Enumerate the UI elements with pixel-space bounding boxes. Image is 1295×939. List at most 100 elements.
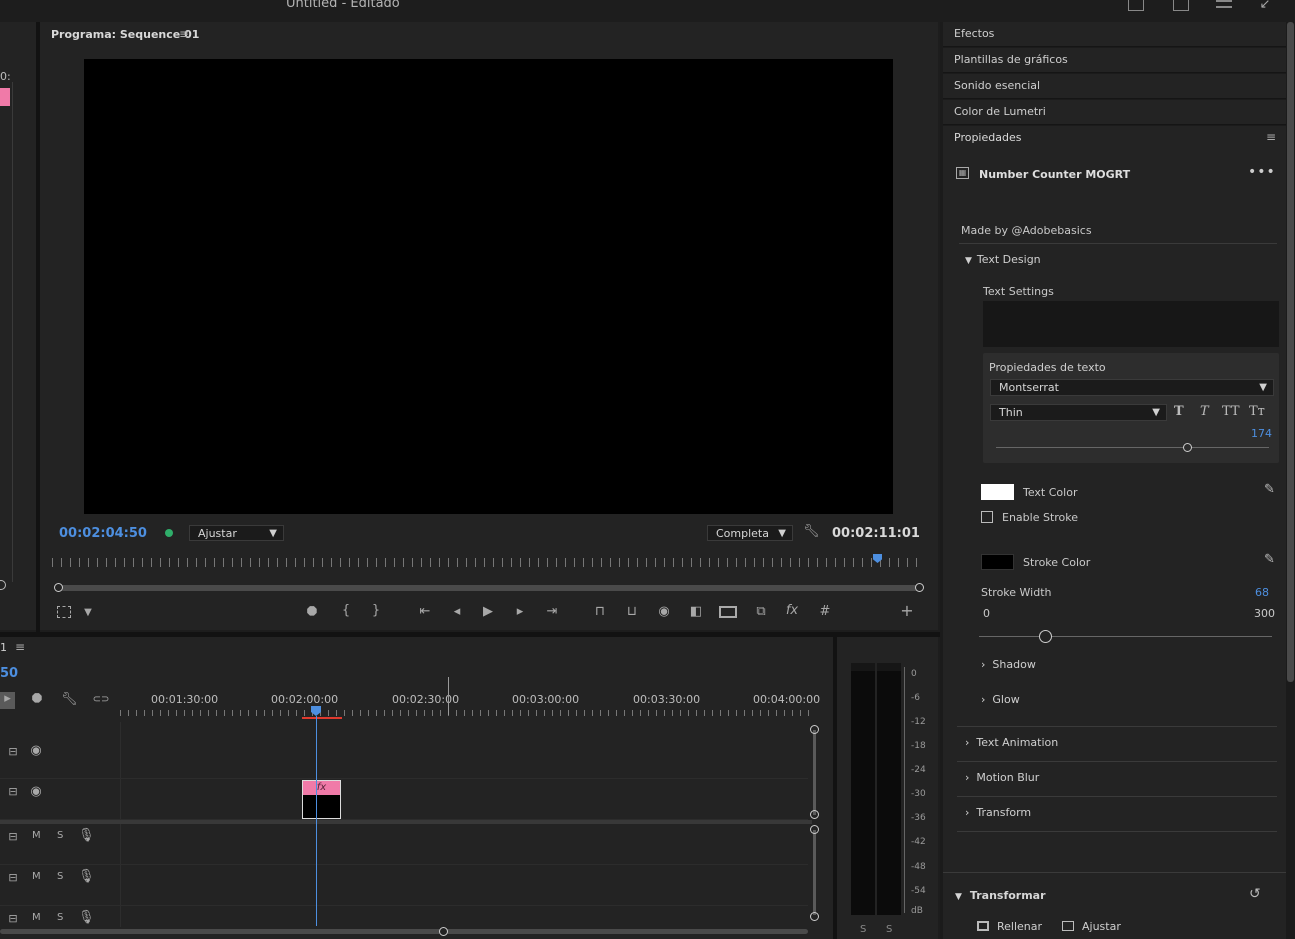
mute-button[interactable]: M — [32, 830, 41, 841]
sync-lock-icon[interactable]: ⊟ — [6, 745, 20, 759]
go-to-out-icon[interactable]: ⇥ — [543, 605, 561, 619]
play-icon[interactable]: ▶ — [480, 605, 496, 619]
vertical-scrollbar-video[interactable] — [813, 730, 816, 815]
transformar-section-toggle[interactable]: ▼ Transformar — [955, 889, 1046, 902]
fit-frame-button[interactable]: Ajustar — [1062, 920, 1121, 933]
minimize-arrow-icon[interactable]: ↙ — [1258, 0, 1272, 12]
sync-lock-icon[interactable]: ⊟ — [6, 830, 20, 844]
wrench-icon[interactable]: 🔧︎ — [61, 693, 78, 707]
horizontal-scrollbar[interactable] — [0, 929, 808, 934]
eyedropper-icon[interactable]: ✎ — [1264, 482, 1275, 497]
stroke-width-value[interactable]: 68 — [1255, 586, 1269, 599]
motion-blur-toggle[interactable]: › Motion Blur — [965, 771, 1039, 784]
splitter[interactable] — [36, 22, 40, 632]
eye-icon[interactable]: ◉ — [28, 785, 44, 799]
scroll-handle-left[interactable] — [54, 583, 63, 592]
multi-camera-icon[interactable]: ⧉ — [752, 605, 770, 619]
safe-frame-icon[interactable] — [719, 606, 737, 618]
more-options-icon[interactable]: ••• — [1248, 164, 1276, 180]
safe-margins-icon[interactable] — [57, 606, 71, 618]
stroke-width-slider-track[interactable] — [979, 636, 1272, 637]
settings-wrench-icon[interactable]: 🔧︎ — [803, 525, 820, 539]
step-back-icon[interactable]: ◂ — [449, 605, 465, 619]
meter-solo-right[interactable]: S — [886, 924, 892, 935]
text-animation-toggle[interactable]: › Text Animation — [965, 736, 1058, 749]
font-style-select[interactable]: Thin ▼ — [990, 404, 1167, 421]
scroll-handle[interactable] — [810, 825, 819, 834]
panel-tab-effects[interactable]: Efectos — [943, 22, 1286, 47]
reset-icon[interactable]: ↺ — [1249, 886, 1261, 902]
panel-tab-graphics-templates[interactable]: Plantillas de gráficos — [943, 48, 1286, 73]
italic-style-button[interactable]: T — [1200, 404, 1209, 419]
comparison-view-icon[interactable]: ◧ — [686, 605, 706, 619]
panel-menu-icon[interactable]: ≡ — [15, 640, 25, 654]
text-design-toggle[interactable]: ▼ Text Design — [965, 253, 1041, 266]
timeline-timecode[interactable]: 50 — [0, 666, 18, 681]
panel-tab-essential-sound[interactable]: Sonido esencial — [943, 74, 1286, 99]
scroll-handle[interactable] — [810, 912, 819, 921]
eye-icon[interactable]: ◉ — [28, 744, 44, 758]
splitter[interactable] — [0, 632, 940, 637]
mute-button[interactable]: M — [32, 871, 41, 882]
sync-lock-icon[interactable]: ⊟ — [6, 871, 20, 885]
workspace-layout-icon[interactable] — [1128, 0, 1144, 11]
mark-out-icon[interactable]: } — [369, 604, 383, 618]
workspaces-menu-icon[interactable] — [1216, 0, 1232, 8]
transform-toggle[interactable]: › Transform — [965, 806, 1031, 819]
quality-select[interactable]: Completa ▼ — [707, 525, 793, 541]
program-zoom-scrollbar[interactable] — [60, 585, 920, 591]
solo-button[interactable]: S — [57, 912, 63, 923]
step-forward-icon[interactable]: ▸ — [512, 605, 528, 619]
shadow-group-toggle[interactable]: › Shadow — [981, 658, 1036, 671]
eyedropper-icon[interactable]: ✎ — [1264, 552, 1275, 567]
small-caps-button[interactable]: Tт — [1249, 404, 1265, 419]
timeline-clip[interactable]: fx — [302, 780, 341, 819]
scroll-handle[interactable] — [810, 725, 819, 734]
microphone-icon[interactable]: 🎙︎ — [78, 870, 95, 884]
enable-stroke-checkbox[interactable] — [981, 511, 993, 523]
stroke-width-slider-handle[interactable] — [1039, 630, 1053, 643]
timeline-tab[interactable]: 1 — [0, 641, 7, 654]
text-settings-input[interactable] — [983, 301, 1279, 347]
add-marker-icon[interactable]: ⯃ — [304, 606, 320, 620]
fx-toggle-icon[interactable]: fx — [783, 604, 801, 618]
properties-scrollbar[interactable] — [1287, 22, 1294, 682]
font-family-select[interactable]: Montserrat ▼ — [990, 379, 1274, 396]
meter-solo-left[interactable]: S — [860, 924, 866, 935]
export-frame-camera-icon[interactable]: ◉ — [655, 605, 673, 619]
microphone-icon[interactable]: 🎙︎ — [78, 911, 95, 925]
snap-selection-icon[interactable]: ▸ — [0, 692, 15, 709]
scroll-handle[interactable] — [439, 927, 448, 936]
scroll-handle-right[interactable] — [915, 583, 924, 592]
zoom-select[interactable]: Ajustar ▼ — [189, 525, 284, 541]
program-mini-ruler[interactable] — [52, 558, 920, 567]
all-caps-button[interactable]: TT — [1222, 404, 1240, 419]
time-ruler[interactable] — [120, 710, 810, 716]
vertical-scrollbar-audio[interactable] — [813, 830, 816, 915]
solo-button[interactable]: S — [57, 871, 63, 882]
bold-style-button[interactable]: T — [1174, 404, 1184, 419]
fill-frame-button[interactable]: Rellenar — [977, 920, 1042, 933]
properties-title[interactable]: Propiedades — [954, 131, 1021, 144]
lift-icon[interactable]: ⊓ — [590, 605, 610, 619]
glow-group-toggle[interactable]: › Glow — [981, 693, 1020, 706]
add-marker-icon[interactable]: ⯃ — [30, 693, 44, 707]
font-size-slider-handle[interactable] — [1183, 443, 1193, 452]
grid-overlay-icon[interactable]: # — [816, 605, 834, 619]
extract-icon[interactable]: ⊔ — [622, 605, 642, 619]
program-current-timecode[interactable]: 00:02:04:50 — [59, 526, 147, 541]
font-size-value[interactable]: 174 — [1251, 427, 1272, 440]
captions-icon[interactable]: ⊂⊃ — [92, 693, 110, 707]
font-size-slider-track[interactable] — [996, 447, 1269, 448]
solo-button[interactable]: S — [57, 830, 63, 841]
left-scroll-handle[interactable] — [0, 580, 6, 590]
panel-menu-icon[interactable]: ≡ — [179, 27, 189, 41]
share-icon[interactable] — [1173, 0, 1189, 11]
add-button-icon[interactable]: + — [899, 603, 915, 619]
mark-in-icon[interactable]: { — [339, 604, 353, 618]
text-color-swatch[interactable] — [981, 484, 1014, 500]
panel-menu-icon[interactable]: ≡ — [1266, 130, 1276, 144]
chevron-down-icon[interactable]: ▼ — [82, 606, 94, 620]
go-to-in-icon[interactable]: ⇤ — [416, 605, 434, 619]
mute-button[interactable]: M — [32, 912, 41, 923]
